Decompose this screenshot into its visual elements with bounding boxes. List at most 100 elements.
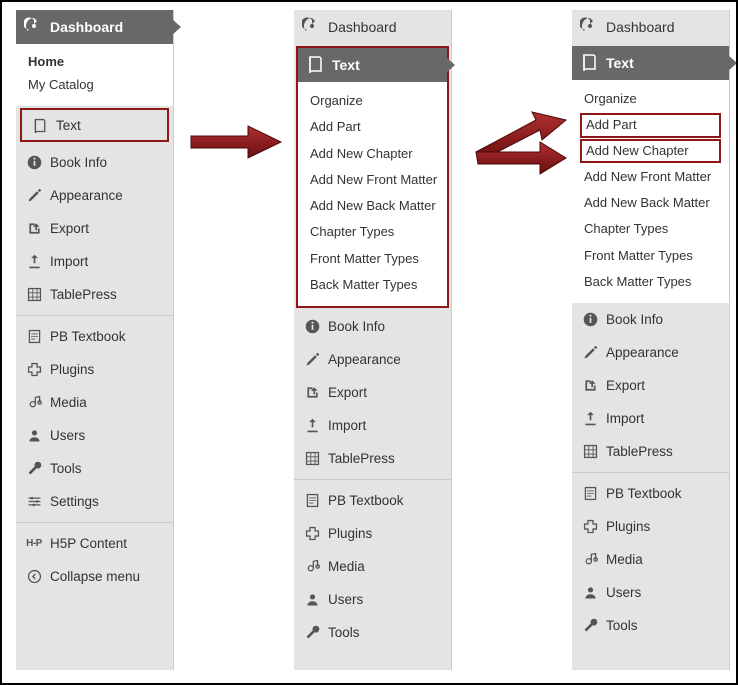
menu-plugins-3[interactable]: Plugins	[572, 510, 729, 543]
sub-frontmattertypes-3[interactable]: Front Matter Types	[576, 243, 725, 269]
menu-text-label-2: Text	[332, 57, 360, 73]
menu-h5p-label: H5P Content	[50, 536, 127, 551]
info-icon	[302, 318, 322, 335]
table-icon	[24, 286, 44, 303]
menu-tablepress[interactable]: TablePress	[16, 278, 173, 311]
user-icon	[24, 427, 44, 444]
sub-addnewfront-3[interactable]: Add New Front Matter	[576, 164, 725, 190]
admin-menu-panel-3: Dashboard Text Organize Add Part Add New…	[572, 10, 730, 670]
menu-divider-3	[572, 472, 729, 473]
sub-backmattertypes[interactable]: Back Matter Types	[304, 272, 447, 298]
menu-dashboard-2[interactable]: Dashboard	[294, 10, 451, 44]
sub-addpart[interactable]: Add Part	[304, 114, 447, 140]
menu-text-active-3[interactable]: Text	[572, 46, 729, 80]
menu-bookinfo-label-2: Book Info	[328, 319, 385, 334]
menu-bookinfo[interactable]: Book Info	[16, 146, 173, 179]
sub-frontmattertypes[interactable]: Front Matter Types	[304, 246, 447, 272]
menu-tools-3[interactable]: Tools	[572, 609, 729, 642]
wrench-icon	[580, 617, 600, 634]
menu-plugins-label-3: Plugins	[606, 519, 650, 534]
sub-chaptertypes[interactable]: Chapter Types	[304, 219, 447, 245]
menu-pbtextbook-3[interactable]: PB Textbook	[572, 477, 729, 510]
text-submenu-2: Organize Add Part Add New Chapter Add Ne…	[298, 82, 447, 306]
page-icon	[24, 328, 44, 345]
menu-export[interactable]: Export	[16, 212, 173, 245]
menu-plugins[interactable]: Plugins	[16, 353, 173, 386]
menu-export-label-2: Export	[328, 385, 367, 400]
menu-text[interactable]: Text	[22, 110, 167, 140]
export-icon	[24, 220, 44, 237]
sub-addnewfront[interactable]: Add New Front Matter	[304, 167, 447, 193]
export-icon	[580, 377, 600, 394]
menu-import-3[interactable]: Import	[572, 402, 729, 435]
menu-media-2[interactable]: Media	[294, 550, 451, 583]
menu-bookinfo-2[interactable]: Book Info	[294, 310, 451, 343]
sub-addnewchapter[interactable]: Add New Chapter	[304, 141, 447, 167]
menu-dashboard[interactable]: Dashboard	[16, 10, 173, 44]
menu-users-3[interactable]: Users	[572, 576, 729, 609]
export-icon	[302, 384, 322, 401]
menu-settings[interactable]: Settings	[16, 485, 173, 518]
page-icon	[580, 485, 600, 502]
menu-dashboard-label-3: Dashboard	[606, 19, 675, 35]
menu-text-label-3: Text	[606, 55, 634, 71]
menu-media-3[interactable]: Media	[572, 543, 729, 576]
menu-media-label-3: Media	[606, 552, 643, 567]
arrow-2-split	[470, 102, 570, 192]
menu-tablepress-3[interactable]: TablePress	[572, 435, 729, 468]
menu-import-label-3: Import	[606, 411, 644, 426]
menu-pbtextbook[interactable]: PB Textbook	[16, 320, 173, 353]
menu-plugins-label-2: Plugins	[328, 526, 372, 541]
menu-export-2[interactable]: Export	[294, 376, 451, 409]
book-icon	[580, 52, 600, 75]
menu-plugins-label: Plugins	[50, 362, 94, 377]
menu-users[interactable]: Users	[16, 419, 173, 452]
menu-collapse-label: Collapse menu	[50, 569, 140, 584]
user-icon	[302, 591, 322, 608]
menu-tools[interactable]: Tools	[16, 452, 173, 485]
menu-bookinfo-label-3: Book Info	[606, 312, 663, 327]
menu-import[interactable]: Import	[16, 245, 173, 278]
sub-addnewback[interactable]: Add New Back Matter	[304, 193, 447, 219]
submenu-home[interactable]: Home	[22, 50, 173, 73]
sub-addnewback-3[interactable]: Add New Back Matter	[576, 190, 725, 216]
menu-appearance-label-3: Appearance	[606, 345, 679, 360]
user-icon	[580, 584, 600, 601]
menu-appearance-2[interactable]: Appearance	[294, 343, 451, 376]
menu-appearance-3[interactable]: Appearance	[572, 336, 729, 369]
dashboard-icon	[302, 16, 322, 39]
dashboard-submenu: Home My Catalog	[16, 44, 173, 106]
sub-organize[interactable]: Organize	[304, 88, 447, 114]
highlight-text-expanded: Text Organize Add Part Add New Chapter A…	[296, 46, 449, 308]
menu-pbtextbook-label-2: PB Textbook	[328, 493, 404, 508]
menu-dashboard-3[interactable]: Dashboard	[572, 10, 729, 44]
menu-users-2[interactable]: Users	[294, 583, 451, 616]
menu-bookinfo-3[interactable]: Book Info	[572, 303, 729, 336]
menu-pbtextbook-2[interactable]: PB Textbook	[294, 484, 451, 517]
menu-tools-label-2: Tools	[328, 625, 360, 640]
sub-organize-3[interactable]: Organize	[576, 86, 725, 112]
highlight-addnewchapter[interactable]: Add New Chapter	[580, 139, 721, 163]
highlight-addpart[interactable]: Add Part	[580, 113, 721, 137]
wrench-icon	[24, 460, 44, 477]
menu-appearance[interactable]: Appearance	[16, 179, 173, 212]
menu-export-label-3: Export	[606, 378, 645, 393]
menu-tablepress-2[interactable]: TablePress	[294, 442, 451, 475]
sub-backmattertypes-3[interactable]: Back Matter Types	[576, 269, 725, 295]
menu-plugins-2[interactable]: Plugins	[294, 517, 451, 550]
menu-media[interactable]: Media	[16, 386, 173, 419]
menu-export-3[interactable]: Export	[572, 369, 729, 402]
menu-h5p[interactable]: H-P H5P Content	[16, 527, 173, 560]
submenu-mycatalog[interactable]: My Catalog	[22, 73, 173, 96]
menu-collapse[interactable]: Collapse menu	[16, 560, 173, 593]
highlight-text-row: Text	[20, 108, 169, 142]
menu-dashboard-label-2: Dashboard	[328, 19, 397, 35]
brush-icon	[302, 351, 322, 368]
menu-tools-2[interactable]: Tools	[294, 616, 451, 649]
menu-import-label: Import	[50, 254, 88, 269]
menu-text-active-2[interactable]: Text	[298, 48, 447, 82]
sub-chaptertypes-3[interactable]: Chapter Types	[576, 216, 725, 242]
wrench-icon	[302, 624, 322, 641]
menu-import-2[interactable]: Import	[294, 409, 451, 442]
menu-media-label-2: Media	[328, 559, 365, 574]
